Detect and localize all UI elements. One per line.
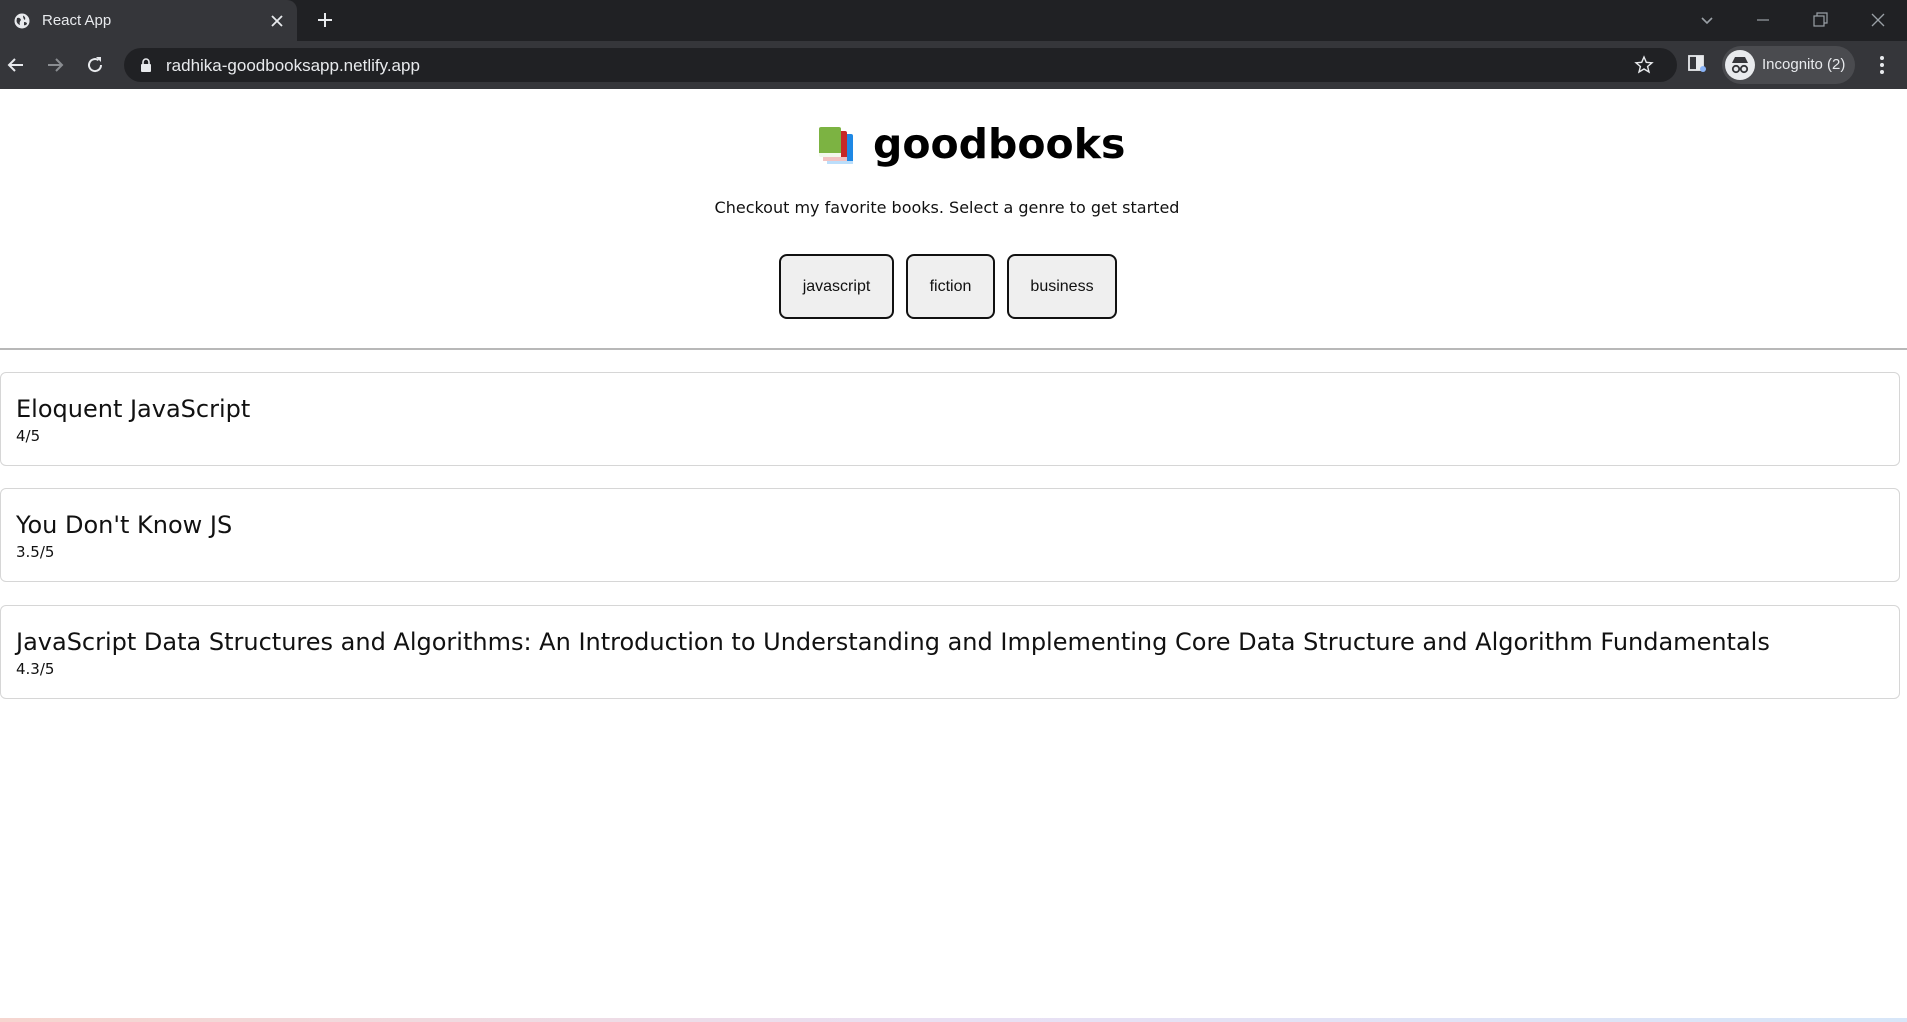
book-card: You Don't Know JS 3.5/5: [0, 488, 1900, 582]
incognito-icon: [1725, 50, 1755, 80]
book-card: JavaScript Data Structures and Algorithm…: [0, 605, 1900, 699]
browser-toolbar: radhika-goodbooksapp.netlify.app Incogni…: [0, 41, 1907, 89]
header-divider: [0, 348, 1907, 350]
app-header: goodbooks: [813, 119, 1125, 169]
book-rating: 4.3/5: [16, 660, 55, 678]
book-title: Eloquent JavaScript: [16, 395, 251, 423]
incognito-label: Incognito (2): [1762, 56, 1846, 73]
reload-icon[interactable]: [83, 53, 107, 77]
genre-selector: javascript fiction business: [779, 254, 1129, 319]
new-tab-icon[interactable]: [315, 10, 335, 30]
bookmark-star-icon[interactable]: [1634, 55, 1654, 75]
books-icon: [819, 127, 853, 164]
minimize-icon[interactable]: [1753, 10, 1773, 30]
genre-button-fiction[interactable]: fiction: [906, 254, 995, 319]
restore-icon[interactable]: [1810, 10, 1830, 30]
genre-button-business[interactable]: business: [1007, 254, 1117, 319]
browser-menu-icon[interactable]: [1872, 53, 1892, 77]
book-card: Eloquent JavaScript 4/5: [0, 372, 1900, 466]
book-title: You Don't Know JS: [16, 511, 233, 539]
side-panel-icon[interactable]: [1686, 52, 1708, 74]
app-title: goodbooks: [873, 120, 1126, 168]
close-tab-icon[interactable]: [268, 12, 286, 30]
book-rating: 3.5/5: [16, 543, 55, 561]
address-bar[interactable]: radhika-goodbooksapp.netlify.app: [124, 48, 1677, 82]
tab-search-icon[interactable]: [1697, 10, 1717, 30]
page-content: goodbooks Checkout my favorite books. Se…: [0, 89, 1907, 1022]
book-title: JavaScript Data Structures and Algorithm…: [16, 628, 1770, 656]
forward-icon[interactable]: [43, 53, 67, 77]
browser-tab-bar: React App: [0, 0, 1907, 41]
book-rating: 4/5: [16, 427, 41, 445]
back-icon[interactable]: [4, 53, 28, 77]
bottom-accent-bar: [0, 1018, 1907, 1022]
browser-tab[interactable]: React App: [0, 0, 297, 41]
tab-title: React App: [42, 12, 112, 29]
globe-icon: [14, 13, 30, 29]
url-text[interactable]: radhika-goodbooksapp.netlify.app: [166, 56, 420, 76]
close-window-icon[interactable]: [1868, 10, 1888, 30]
incognito-profile-button[interactable]: Incognito (2): [1722, 46, 1855, 84]
genre-button-javascript[interactable]: javascript: [779, 254, 894, 319]
lock-icon[interactable]: [140, 58, 152, 72]
page-subtitle: Checkout my favorite books. Select a gen…: [714, 198, 1180, 217]
